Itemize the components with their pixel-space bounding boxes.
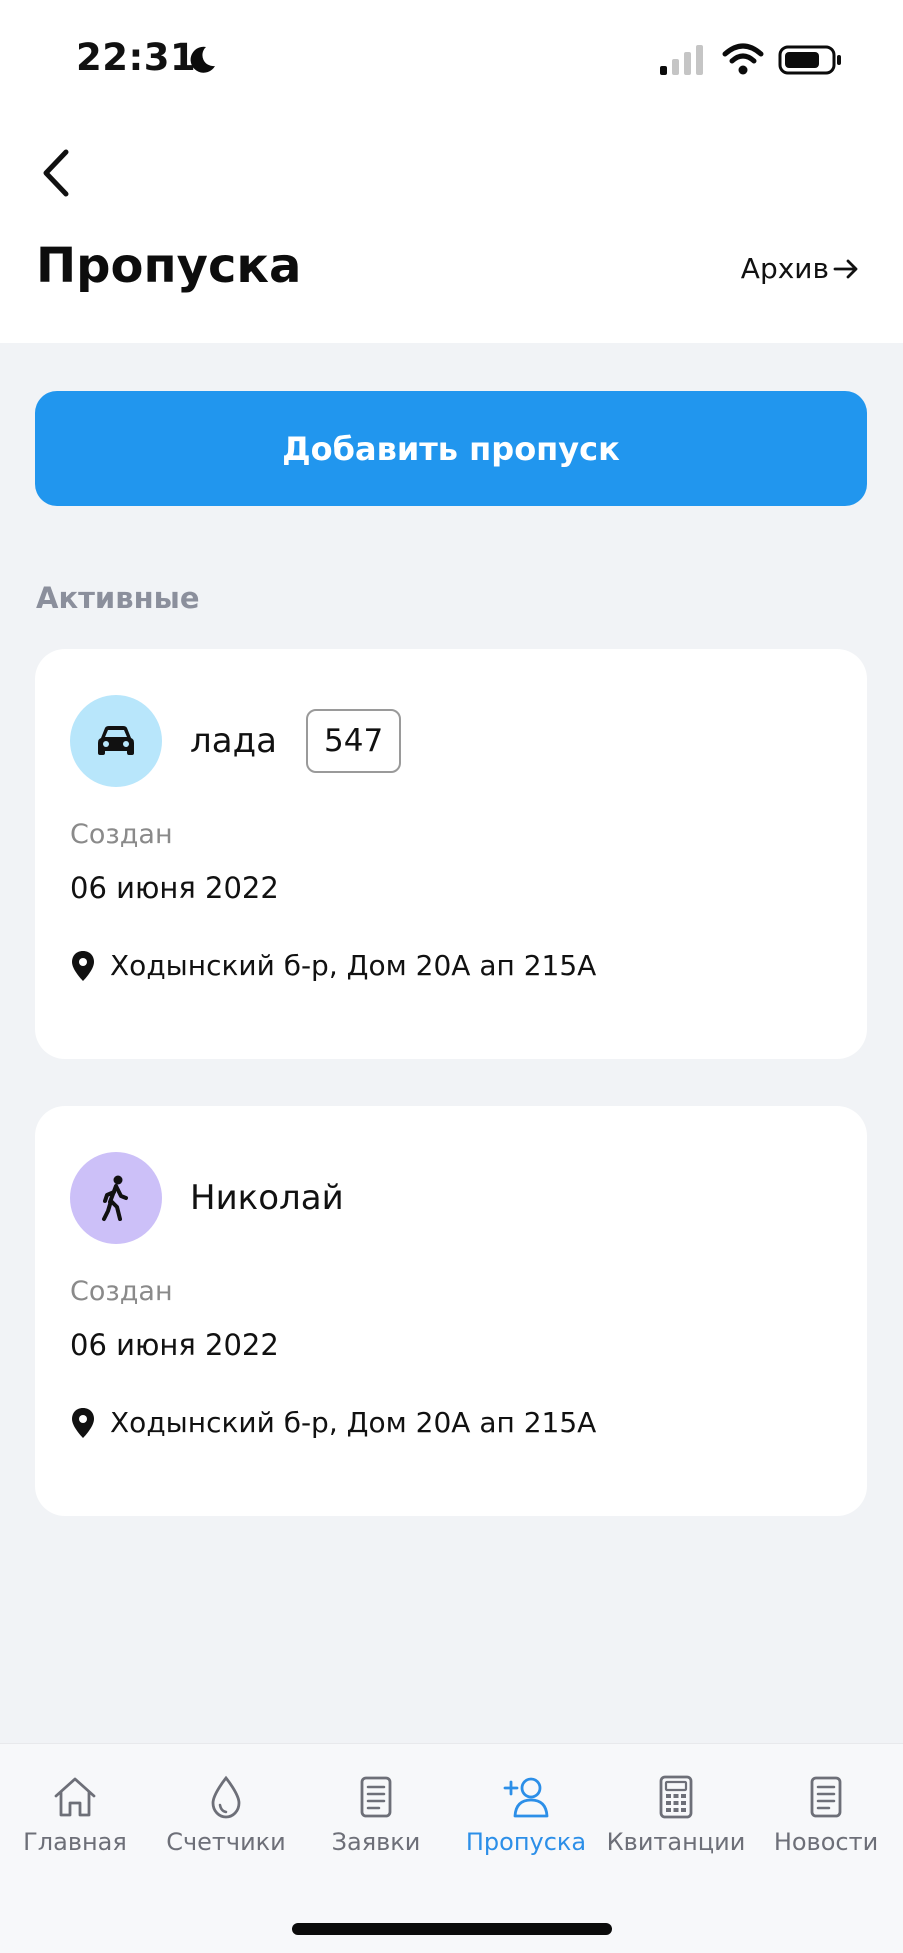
tab-label: Главная: [23, 1828, 127, 1856]
status-time: 22:31: [76, 36, 197, 79]
tab-meters[interactable]: Счетчики: [151, 1772, 301, 1856]
tab-home[interactable]: Главная: [0, 1772, 150, 1856]
created-date: 06 июня 2022: [70, 871, 279, 905]
walking-person-icon: [102, 1175, 128, 1221]
page-title: Пропуска: [36, 238, 302, 294]
pass-type-avatar: [70, 695, 162, 787]
tab-news[interactable]: Новости: [751, 1772, 901, 1856]
address-text: Ходынский б-р, Дом 20А ап 215А: [110, 949, 597, 982]
tab-label: Пропуска: [465, 1828, 587, 1856]
pass-type-avatar: [70, 1152, 162, 1244]
tab-label: Новости: [773, 1828, 879, 1856]
pass-card[interactable]: лада 547 Создан 06 июня 2022 Ходынский б…: [35, 649, 867, 1059]
pass-card[interactable]: Николай Создан 06 июня 2022 Ходынский б-…: [35, 1106, 867, 1516]
home-indicator[interactable]: [292, 1923, 612, 1935]
status-bar: 22:31: [0, 0, 903, 120]
home-icon: [54, 1777, 96, 1817]
tab-label: Квитанции: [606, 1828, 746, 1856]
created-date: 06 июня 2022: [70, 1328, 279, 1362]
created-label: Создан: [70, 1276, 173, 1307]
arrow-right-icon: [833, 259, 858, 278]
add-pass-button[interactable]: Добавить пропуск: [35, 391, 867, 506]
pass-address: Ходынский б-р, Дом 20А ап 215А: [70, 949, 596, 982]
pass-address: Ходынский б-р, Дом 20А ап 215А: [70, 1406, 596, 1439]
wifi-icon: [722, 43, 764, 75]
tab-passes[interactable]: Пропуска: [451, 1772, 601, 1856]
tab-label: Заявки: [331, 1828, 421, 1856]
location-pin-icon: [72, 1407, 94, 1438]
license-plate: 547: [306, 709, 402, 773]
car-icon: [98, 726, 134, 755]
water-drop-icon: [211, 1775, 241, 1819]
tab-receipts[interactable]: Квитанции: [601, 1772, 751, 1856]
add-user-icon: [503, 1777, 549, 1818]
battery-icon: [778, 45, 841, 75]
archive-label: Архив: [740, 252, 829, 285]
section-label-active: Активные: [36, 581, 200, 615]
address-text: Ходынский б-р, Дом 20А ап 215А: [110, 1406, 597, 1439]
tab-bar: Главная Счетчики Заявки Пропуска Квитанц…: [0, 1743, 903, 1953]
chevron-left-icon: [43, 149, 69, 197]
cellular-signal-icon: [660, 45, 703, 75]
archive-link[interactable]: Архив: [741, 252, 861, 285]
created-label: Создан: [70, 819, 173, 850]
pass-name: лада: [190, 721, 277, 761]
header: 22:31 Пропуска Архив: [0, 0, 903, 343]
pass-name: Николай: [190, 1178, 344, 1218]
news-icon: [810, 1776, 842, 1818]
tab-label: Счетчики: [166, 1828, 286, 1856]
location-pin-icon: [72, 950, 94, 981]
calculator-icon: [659, 1775, 693, 1819]
tab-requests[interactable]: Заявки: [301, 1772, 451, 1856]
moon-icon: [190, 46, 215, 73]
back-button[interactable]: [30, 145, 80, 201]
document-icon: [360, 1776, 392, 1818]
